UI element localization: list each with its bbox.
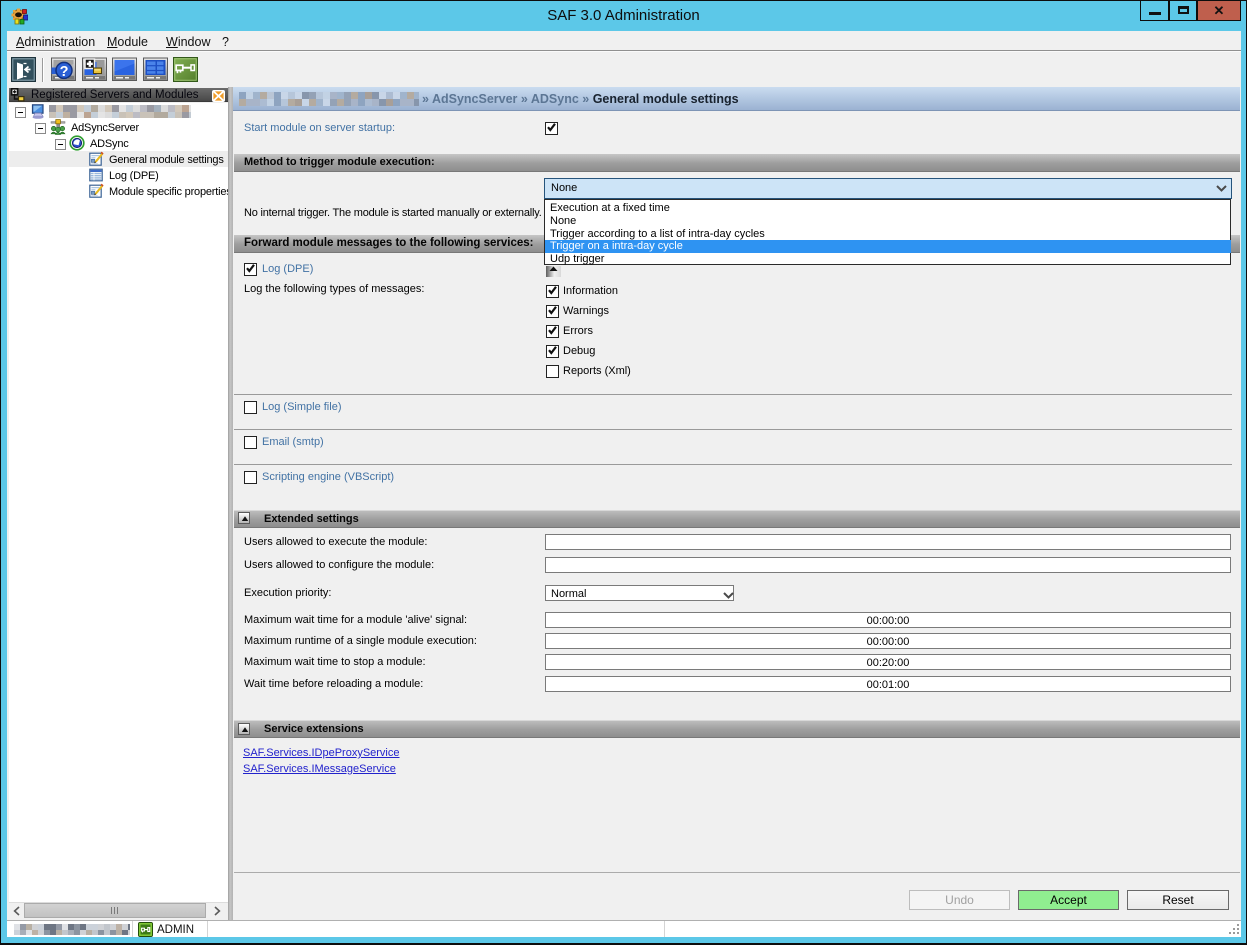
svg-text:?: ?	[60, 64, 69, 80]
